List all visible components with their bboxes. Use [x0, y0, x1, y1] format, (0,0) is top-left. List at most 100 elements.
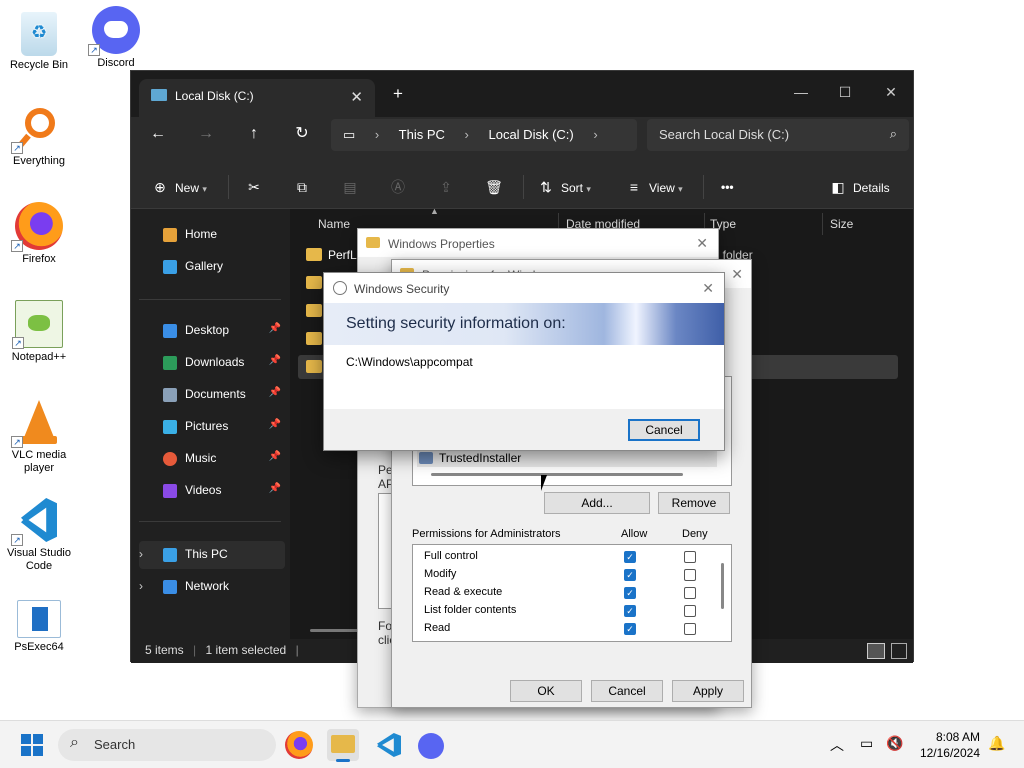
- sort-icon: ⇅: [540, 179, 552, 195]
- apply-button[interactable]: Apply: [672, 680, 744, 702]
- chevron-right-icon: ›: [593, 127, 598, 142]
- cancel-button[interactable]: Cancel: [591, 680, 663, 702]
- new-tab-button[interactable]: +: [393, 84, 403, 104]
- allow-checkbox[interactable]: ✓: [624, 587, 636, 599]
- principal-row[interactable]: TrustedInstaller: [417, 449, 717, 467]
- chevron-right-icon: ›: [374, 127, 380, 142]
- cancel-button[interactable]: Cancel: [628, 419, 700, 441]
- taskbar-file-explorer-icon[interactable]: [327, 729, 359, 762]
- sort-button[interactable]: ⇅ Sort ▾: [537, 175, 591, 199]
- horizontal-scrollbar[interactable]: [431, 473, 683, 476]
- permissions-header: Permissions for Administrators: [412, 528, 561, 540]
- allow-checkbox[interactable]: ✓: [624, 605, 636, 617]
- vertical-scrollbar[interactable]: [721, 563, 724, 609]
- more-options-button[interactable]: •••: [721, 175, 734, 199]
- view-button[interactable]: ≡ View ▾: [625, 175, 683, 199]
- start-button[interactable]: [16, 729, 48, 761]
- sidebar-item-desktop[interactable]: Desktop 📌: [139, 317, 285, 345]
- permission-name: Read: [424, 622, 451, 634]
- taskbar-firefox-icon[interactable]: [285, 731, 313, 759]
- breadcrumb-this-pc[interactable]: This PC: [399, 127, 445, 142]
- up-arrow-icon[interactable]: ↑: [239, 119, 269, 149]
- deny-checkbox[interactable]: [684, 587, 696, 599]
- sidebar-item-this-pc[interactable]: › This PC: [139, 541, 285, 569]
- refresh-icon[interactable]: ↻: [287, 119, 317, 149]
- maximize-button[interactable]: ☐: [825, 77, 865, 107]
- clock[interactable]: 8:08 AM 12/16/2024: [916, 729, 980, 761]
- column-header-name[interactable]: Name: [318, 217, 350, 231]
- notification-bell-icon[interactable]: 🔔: [988, 735, 1005, 752]
- chevron-down-icon: ▾: [586, 184, 591, 194]
- status-divider: |: [295, 643, 299, 657]
- firefox-icon: ↗: [11, 202, 63, 252]
- desktop-icon-vscode[interactable]: ↗ Visual Studio Code: [1, 496, 77, 573]
- sidebar-item-downloads[interactable]: Downloads 📌: [139, 349, 285, 377]
- remove-button[interactable]: Remove: [658, 492, 730, 514]
- chevron-right-icon[interactable]: ›: [139, 547, 143, 561]
- deny-checkbox[interactable]: [684, 569, 696, 581]
- paste-icon[interactable]: ▤: [341, 175, 365, 199]
- sidebar-item-documents[interactable]: Documents 📌: [139, 381, 285, 409]
- rename-icon[interactable]: Ⓐ: [389, 175, 413, 199]
- sidebar-item-pictures[interactable]: Pictures 📌: [139, 413, 285, 441]
- desktop-icon-notepadpp[interactable]: ↗ Notepad++: [1, 300, 77, 364]
- allow-checkbox[interactable]: ✓: [624, 569, 636, 581]
- address-bar[interactable]: ▭ › This PC › Local Disk (C:) ›: [331, 119, 637, 151]
- taskbar-vscode-icon[interactable]: [373, 729, 405, 761]
- sidebar-label: Pictures: [185, 419, 229, 433]
- pin-icon: 📌: [268, 451, 281, 462]
- close-icon[interactable]: ✕: [696, 235, 708, 252]
- mouse-cursor-icon: [541, 475, 547, 491]
- horizontal-scrollbar[interactable]: [310, 629, 360, 632]
- taskbar-discord-icon[interactable]: [418, 733, 444, 759]
- column-header-size[interactable]: Size: [830, 217, 853, 231]
- sidebar-item-gallery[interactable]: Gallery: [139, 253, 285, 281]
- close-icon[interactable]: ✕: [702, 280, 714, 297]
- ok-button[interactable]: OK: [510, 680, 582, 702]
- sidebar-label: Music: [185, 451, 217, 465]
- folder-icon: [306, 248, 322, 261]
- breadcrumb-local-disk[interactable]: Local Disk (C:): [488, 127, 573, 142]
- allow-checkbox[interactable]: ✓: [624, 623, 636, 635]
- tab-local-disk[interactable]: Local Disk (C:) ✕: [139, 79, 375, 117]
- close-icon[interactable]: ✕: [731, 266, 743, 283]
- desktop-icon-firefox[interactable]: ↗ Firefox: [1, 202, 77, 266]
- share-icon[interactable]: ⇪: [437, 175, 461, 199]
- network-status-icon[interactable]: ▭: [860, 735, 873, 752]
- search-input[interactable]: Search Local Disk (C:) ⌕: [647, 119, 909, 151]
- cut-icon[interactable]: ✂: [245, 175, 269, 199]
- deny-checkbox[interactable]: [684, 623, 696, 635]
- large-icons-view-icon[interactable]: [891, 643, 907, 659]
- deny-checkbox[interactable]: [684, 605, 696, 617]
- desktop-icon-psexec[interactable]: PsExec64: [1, 600, 77, 654]
- back-arrow-icon[interactable]: ←: [143, 119, 173, 149]
- volume-muted-icon[interactable]: 🔇: [886, 735, 903, 752]
- minimize-button[interactable]: —: [781, 77, 821, 107]
- close-button[interactable]: ✕: [871, 77, 911, 107]
- delete-icon[interactable]: 🗑: [485, 175, 509, 199]
- desktop-icon-everything[interactable]: ↗ Everything: [1, 104, 77, 168]
- sidebar-item-network[interactable]: › Network: [139, 573, 285, 601]
- sidebar-item-videos[interactable]: Videos 📌: [139, 477, 285, 505]
- documents-icon: [163, 388, 177, 402]
- tab-close-icon[interactable]: ✕: [350, 88, 363, 106]
- details-view-icon[interactable]: [867, 643, 885, 659]
- desktop-icon-recycle-bin[interactable]: ♻ Recycle Bin: [1, 8, 77, 72]
- taskbar-search-box[interactable]: ⌕ Search: [58, 729, 276, 761]
- chevron-up-icon[interactable]: ︿: [830, 735, 844, 755]
- new-button[interactable]: ⊕ New ▾: [151, 175, 207, 199]
- sidebar-item-home[interactable]: Home: [139, 221, 285, 249]
- copy-icon[interactable]: ⧉: [293, 175, 317, 199]
- sidebar-label: This PC: [185, 547, 228, 561]
- desktop-icon-vlc[interactable]: ↗ VLC media player: [1, 398, 77, 475]
- details-button[interactable]: ◧ Details: [829, 175, 889, 199]
- desktop-icon-discord[interactable]: ↗ Discord: [78, 6, 154, 70]
- add-button[interactable]: Add...: [544, 492, 650, 514]
- allow-checkbox[interactable]: ✓: [624, 551, 636, 563]
- forward-arrow-icon[interactable]: →: [191, 119, 221, 149]
- deny-checkbox[interactable]: [684, 551, 696, 563]
- sidebar-item-music[interactable]: Music 📌: [139, 445, 285, 473]
- column-separator[interactable]: [822, 213, 823, 235]
- network-icon: [163, 580, 177, 594]
- chevron-right-icon[interactable]: ›: [139, 579, 143, 593]
